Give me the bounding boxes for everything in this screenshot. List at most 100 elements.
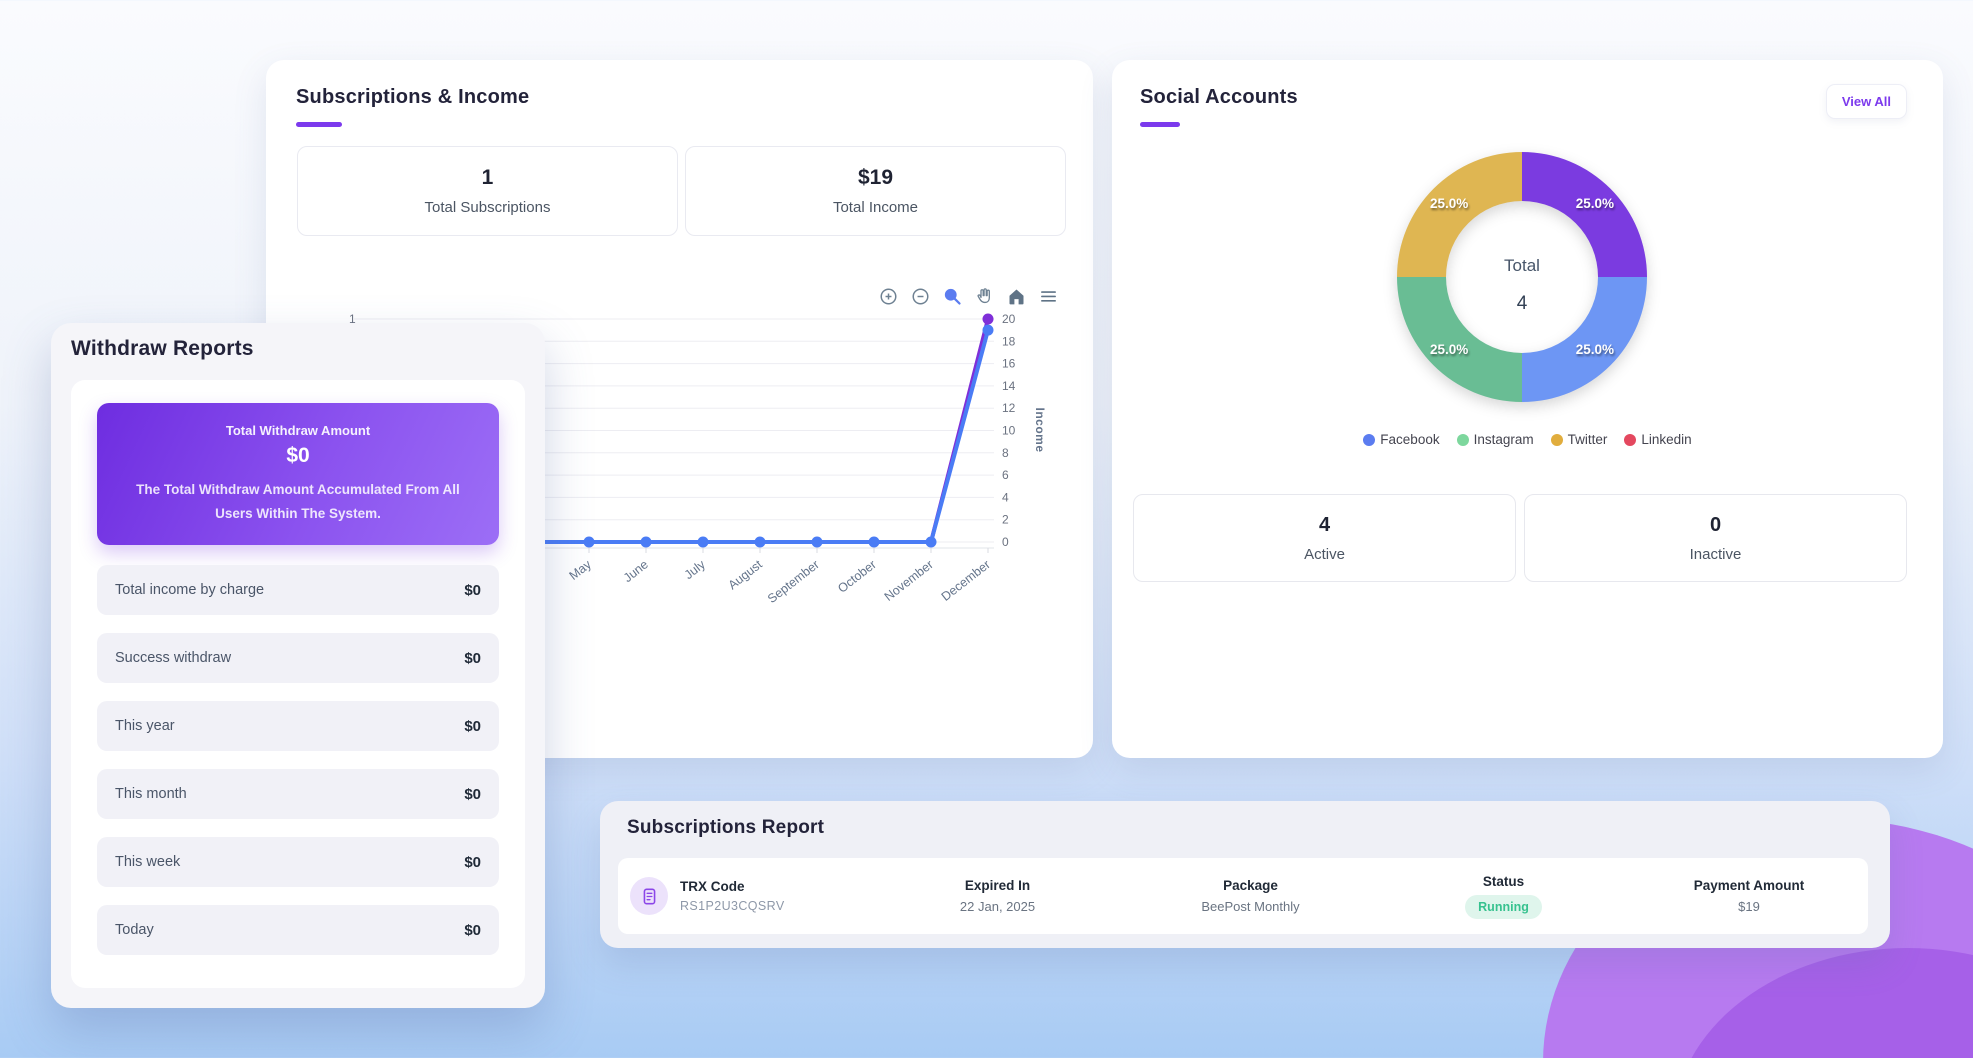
active-accounts-stat: 4 Active	[1133, 494, 1516, 582]
row-label: Success withdraw	[115, 650, 231, 666]
withdraw-reports-title: Withdraw Reports	[71, 337, 254, 361]
svg-text:4: 4	[1517, 293, 1528, 314]
instagram-dot-icon	[1457, 434, 1469, 446]
total-income-stat: $19 Total Income	[685, 146, 1066, 236]
zoom-in-icon[interactable]	[878, 286, 899, 307]
svg-text:20: 20	[1002, 312, 1016, 326]
svg-text:8: 8	[1002, 446, 1009, 460]
total-withdraw-description: The Total Withdraw Amount Accumulated Fr…	[97, 478, 499, 525]
svg-text:4: 4	[1002, 490, 1009, 504]
withdraw-row-this-year: This year $0	[97, 701, 499, 751]
status-cell: Status Running	[1377, 874, 1630, 919]
legend-item-facebook[interactable]: Facebook	[1363, 432, 1439, 447]
row-value: $0	[464, 650, 481, 667]
withdraw-row-total-income-by-charge: Total income by charge $0	[97, 565, 499, 615]
svg-text:25.0%: 25.0%	[1576, 196, 1614, 211]
package-value: BeePost Monthly	[1201, 899, 1299, 914]
chart-toolbar	[878, 286, 1059, 307]
total-income-label: Total Income	[833, 199, 918, 216]
svg-text:September: September	[765, 557, 822, 606]
svg-text:10: 10	[1002, 424, 1016, 438]
row-label: This month	[115, 786, 187, 802]
svg-text:May: May	[567, 557, 595, 583]
withdraw-row-success-withdraw: Success withdraw $0	[97, 633, 499, 683]
subscriptions-report-title: Subscriptions Report	[627, 817, 824, 839]
legend-item-instagram[interactable]: Instagram	[1457, 432, 1534, 447]
svg-text:2: 2	[1002, 513, 1009, 527]
twitter-dot-icon	[1551, 434, 1563, 446]
total-withdraw-label: Total Withdraw Amount	[226, 423, 370, 438]
row-value: $0	[464, 854, 481, 871]
inactive-accounts-stat: 0 Inactive	[1524, 494, 1907, 582]
expired-in-header: Expired In	[965, 878, 1030, 893]
svg-text:16: 16	[1002, 357, 1016, 371]
row-value: $0	[464, 718, 481, 735]
svg-text:25.0%: 25.0%	[1430, 342, 1468, 357]
svg-text:25.0%: 25.0%	[1430, 196, 1468, 211]
status-header: Status	[1483, 874, 1524, 889]
view-all-button[interactable]: View All	[1826, 84, 1907, 119]
trx-code-cell: TRX Code RS1P2U3CQSRV	[618, 877, 871, 915]
expired-in-cell: Expired In 22 Jan, 2025	[871, 878, 1124, 914]
row-value: $0	[464, 582, 481, 599]
row-value: $0	[464, 786, 481, 803]
svg-text:0: 0	[1002, 535, 1009, 549]
zoom-out-icon[interactable]	[910, 286, 931, 307]
facebook-dot-icon	[1363, 434, 1375, 446]
row-label: Today	[115, 922, 154, 938]
total-income-value: $19	[858, 166, 893, 190]
svg-text:6: 6	[1002, 468, 1009, 482]
donut-legend: Facebook Instagram Twitter Linkedin	[1112, 432, 1943, 447]
total-subscriptions-label: Total Subscriptions	[425, 199, 551, 216]
withdraw-row-this-week: This week $0	[97, 837, 499, 887]
title-accent-bar	[296, 122, 342, 127]
subscriptions-income-title: Subscriptions & Income	[296, 86, 529, 109]
payment-amount-cell: Payment Amount $19	[1630, 878, 1868, 914]
inactive-value: 0	[1710, 514, 1721, 537]
row-label: This week	[115, 854, 180, 870]
svg-text:14: 14	[1002, 379, 1016, 393]
withdraw-reports-panel: Total Withdraw Amount $0 The Total Withd…	[71, 380, 525, 988]
svg-text:25.0%: 25.0%	[1576, 342, 1614, 357]
total-withdraw-highlight: Total Withdraw Amount $0 The Total Withd…	[97, 403, 499, 545]
package-header: Package	[1223, 878, 1278, 893]
home-icon[interactable]	[1006, 286, 1027, 307]
subscription-table-row[interactable]: TRX Code RS1P2U3CQSRV Expired In 22 Jan,…	[618, 858, 1868, 934]
package-cell: Package BeePost Monthly	[1124, 878, 1377, 914]
withdraw-row-today: Today $0	[97, 905, 499, 955]
trx-code-value: RS1P2U3CQSRV	[680, 899, 785, 913]
withdraw-reports-card: Withdraw Reports Total Withdraw Amount $…	[51, 323, 545, 1008]
active-label: Active	[1304, 546, 1345, 563]
active-value: 4	[1319, 514, 1330, 537]
legend-item-twitter[interactable]: Twitter	[1551, 432, 1608, 447]
svg-text:Income: Income	[1033, 407, 1046, 452]
svg-text:Total: Total	[1504, 256, 1540, 275]
svg-text:July: July	[682, 557, 709, 582]
svg-text:November: November	[882, 557, 936, 604]
linkedin-dot-icon	[1624, 434, 1636, 446]
menu-icon[interactable]	[1038, 286, 1059, 307]
row-label: This year	[115, 718, 175, 734]
receipt-icon	[630, 877, 668, 915]
svg-text:December: December	[939, 557, 993, 604]
selection-zoom-icon[interactable]	[942, 286, 963, 307]
total-subscriptions-stat: 1 Total Subscriptions	[297, 146, 678, 236]
social-accounts-title: Social Accounts	[1140, 86, 1298, 109]
legend-label: Twitter	[1568, 432, 1608, 447]
svg-text:October: October	[835, 557, 879, 595]
title-accent-bar	[1140, 122, 1180, 127]
total-withdraw-value: $0	[286, 444, 309, 468]
legend-label: Linkedin	[1641, 432, 1691, 447]
svg-text:18: 18	[1002, 334, 1016, 348]
legend-label: Instagram	[1474, 432, 1534, 447]
legend-item-linkedin[interactable]: Linkedin	[1624, 432, 1691, 447]
status-badge: Running	[1465, 895, 1542, 919]
withdraw-row-this-month: This month $0	[97, 769, 499, 819]
panning-hand-icon[interactable]	[974, 286, 995, 307]
trx-code-header: TRX Code	[680, 879, 745, 894]
total-subscriptions-value: 1	[482, 166, 494, 190]
social-accounts-donut-chart[interactable]: 25.0% 25.0% 25.0% 25.0% Total 4	[1372, 127, 1672, 427]
svg-text:August: August	[726, 557, 766, 592]
subscriptions-report-card: Subscriptions Report TRX Code RS1P2U3CQS…	[600, 801, 1890, 948]
expired-in-value: 22 Jan, 2025	[960, 899, 1035, 914]
